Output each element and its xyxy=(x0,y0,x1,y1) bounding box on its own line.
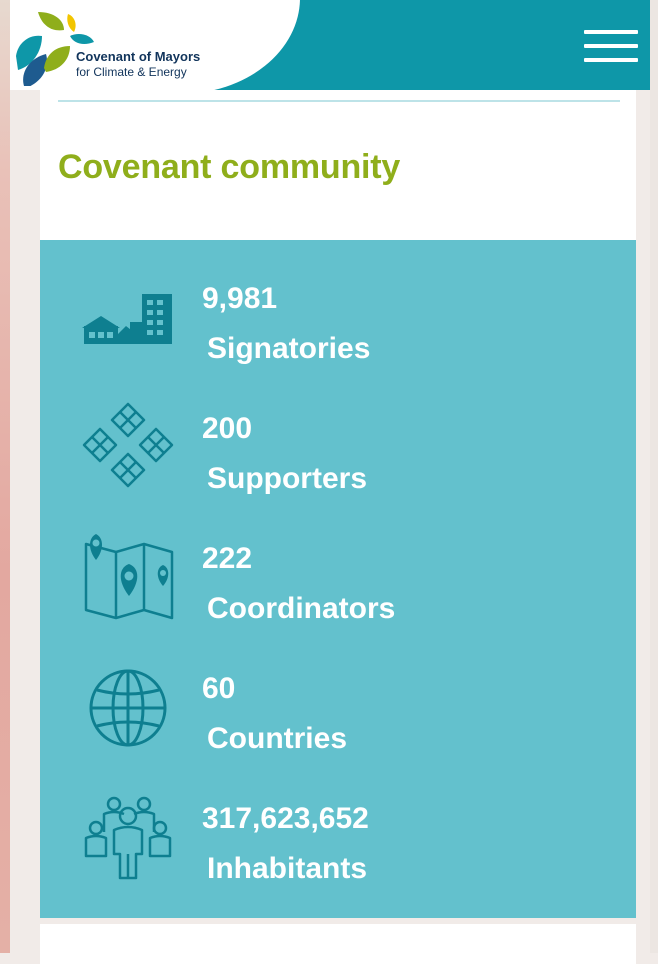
next-section-card xyxy=(40,924,636,964)
logo-subtitle: for Climate & Energy xyxy=(76,65,187,79)
stat-value: 317,623,652 xyxy=(202,802,369,835)
section-title: Covenant community xyxy=(58,148,401,186)
stat-value: 60 xyxy=(202,672,236,705)
stat-signatories: 9,981 Signatories xyxy=(40,260,636,370)
site-header: Covenant of Mayors for Climate & Energy xyxy=(10,0,650,90)
divider xyxy=(58,100,620,102)
stat-coordinators: 222 Coordinators xyxy=(40,520,636,630)
handshake-circle-icon xyxy=(82,402,174,488)
stat-label: Coordinators xyxy=(207,592,396,625)
page-edge-right xyxy=(650,0,658,953)
stat-inhabitants: 317,623,652 Inhabitants xyxy=(40,780,636,890)
buildings-icon xyxy=(82,294,172,344)
page-edge-left xyxy=(0,0,10,953)
stat-label: Inhabitants xyxy=(207,852,368,885)
stat-label: Supporters xyxy=(207,462,368,495)
logo-title: Covenant of Mayors xyxy=(76,49,201,64)
stat-countries: 60 Countries xyxy=(40,650,636,760)
hamburger-menu-icon[interactable] xyxy=(584,30,638,66)
stat-supporters: 200 Supporters xyxy=(40,390,636,500)
stat-label: Signatories xyxy=(207,332,371,365)
logo-link[interactable]: Covenant of Mayors for Climate & Energy xyxy=(10,0,300,90)
community-card: Covenant community xyxy=(40,90,636,240)
stat-value: 200 xyxy=(202,412,253,445)
globe-icon xyxy=(89,669,167,747)
stats-panel: 9,981 Signatories 200 Supporters 222 Coo… xyxy=(40,240,636,918)
stat-value: 222 xyxy=(202,542,253,575)
map-pins-icon xyxy=(84,534,174,620)
stat-value: 9,981 xyxy=(202,282,278,315)
people-group-icon xyxy=(84,796,172,880)
stat-label: Countries xyxy=(207,722,348,755)
